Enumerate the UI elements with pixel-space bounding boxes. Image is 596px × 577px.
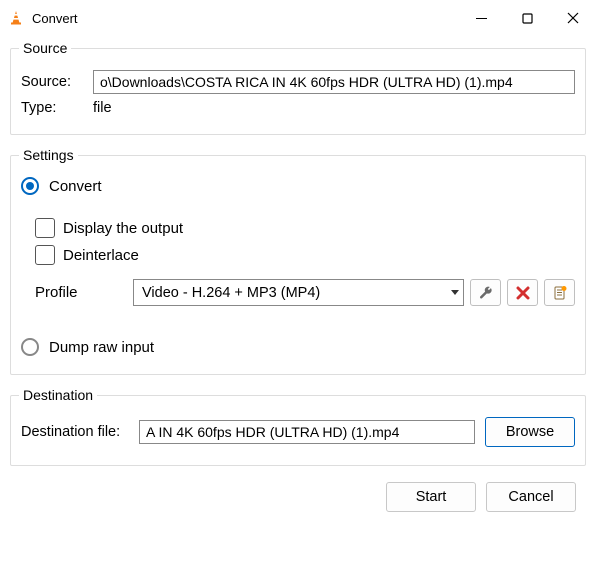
deinterlace-checkbox[interactable]: Deinterlace <box>35 245 575 265</box>
source-label: Source: <box>21 74 93 90</box>
profile-label: Profile <box>35 284 133 301</box>
browse-button-label: Browse <box>506 424 554 440</box>
source-legend: Source <box>19 40 71 56</box>
convert-radio[interactable]: Convert <box>21 177 575 195</box>
cancel-button[interactable]: Cancel <box>486 482 576 512</box>
type-value: file <box>93 100 112 116</box>
wrench-icon <box>478 285 494 301</box>
display-output-label: Display the output <box>63 220 183 237</box>
vlc-cone-icon <box>6 8 26 28</box>
delete-profile-button[interactable] <box>507 279 538 306</box>
destination-label: Destination file: <box>21 424 139 440</box>
radio-icon <box>21 338 39 356</box>
source-group: Source Source: Type: file <box>10 40 586 135</box>
dump-raw-radio[interactable]: Dump raw input <box>21 338 575 356</box>
maximize-button[interactable] <box>504 2 550 34</box>
display-output-checkbox[interactable]: Display the output <box>35 218 575 238</box>
settings-group: Settings Convert Display the output Dein… <box>10 147 586 375</box>
new-document-icon <box>552 285 568 301</box>
minimize-button[interactable] <box>458 2 504 34</box>
titlebar: Convert <box>0 0 596 36</box>
chevron-down-icon <box>451 290 459 296</box>
checkbox-icon <box>35 245 55 265</box>
close-button[interactable] <box>550 2 596 34</box>
destination-legend: Destination <box>19 387 97 403</box>
destination-group: Destination Destination file: Browse <box>10 387 586 466</box>
window-title: Convert <box>32 11 78 26</box>
x-icon <box>516 286 530 300</box>
cancel-button-label: Cancel <box>508 489 553 505</box>
deinterlace-label: Deinterlace <box>63 247 139 264</box>
settings-legend: Settings <box>19 147 78 163</box>
destination-input[interactable] <box>139 420 475 444</box>
edit-profile-button[interactable] <box>470 279 501 306</box>
radio-icon <box>21 177 39 195</box>
source-input[interactable] <box>93 70 575 94</box>
browse-button[interactable]: Browse <box>485 417 575 447</box>
start-button[interactable]: Start <box>386 482 476 512</box>
new-profile-button[interactable] <box>544 279 575 306</box>
type-label: Type: <box>21 100 93 116</box>
profile-value: Video - H.264 + MP3 (MP4) <box>142 285 320 301</box>
start-button-label: Start <box>416 489 447 505</box>
dump-raw-label: Dump raw input <box>49 339 154 356</box>
checkbox-icon <box>35 218 55 238</box>
profile-select[interactable]: Video - H.264 + MP3 (MP4) <box>133 279 464 306</box>
convert-radio-label: Convert <box>49 178 102 195</box>
